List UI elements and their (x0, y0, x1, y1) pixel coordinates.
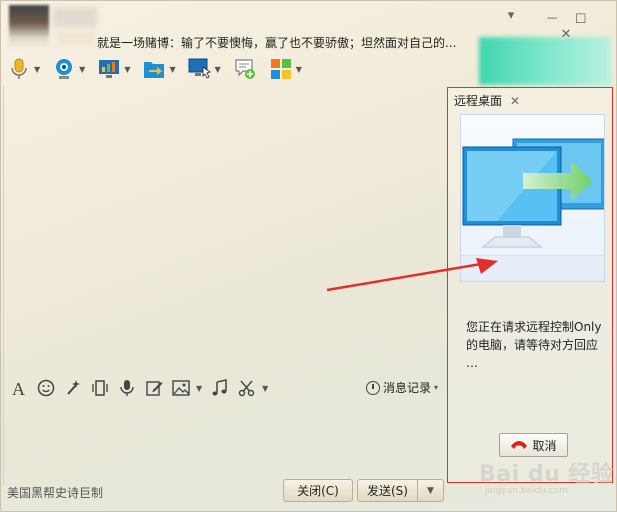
toolbar-video[interactable]: ▼ (52, 57, 85, 81)
annotation-arrow-icon (326, 258, 498, 292)
screen-share-icon (97, 57, 121, 81)
tab-remote-desktop[interactable]: 远程桌面 ✕ (454, 92, 520, 109)
message-add-icon (233, 57, 257, 81)
close-button[interactable]: 关闭(C) (283, 479, 353, 502)
footer-ad-text[interactable]: 美国黑帮史诗巨制 (7, 484, 103, 501)
edit-icon[interactable] (144, 378, 164, 398)
history-caret: ▾ (434, 383, 439, 392)
status-line-2: 的电脑，请等待对方回应 (466, 338, 599, 352)
toolbar-voice[interactable]: ▼ (7, 57, 40, 81)
history-label: 消息记录 (383, 381, 432, 395)
vibrate-icon[interactable] (90, 378, 110, 398)
hangup-icon (510, 438, 528, 453)
window-edge (1, 85, 4, 485)
remote-status-text: 您正在请求远程控制Only 的电脑，请等待对方回应 … (466, 318, 608, 372)
watermark: Bai du 经验 (479, 462, 614, 487)
image-caret[interactable]: ▼ (196, 384, 202, 393)
dropdown-icon[interactable]: ▾ (500, 8, 522, 26)
blurred-ad (479, 37, 611, 85)
toolbar-file-transfer[interactable]: ▼ (142, 57, 176, 81)
microphone-icon (7, 57, 31, 81)
file-transfer-icon (142, 57, 166, 81)
cancel-button[interactable]: 取消 (499, 433, 568, 457)
screenshot-icon[interactable] (237, 378, 257, 398)
emoji-icon[interactable] (36, 378, 56, 398)
window-controls[interactable]: － ☐ ✕ (534, 8, 604, 42)
remote-desktop-icon (188, 57, 212, 81)
status-line-3: … (466, 356, 478, 370)
toolbar-apps[interactable]: ▼ (269, 57, 302, 81)
cancel-label: 取消 (532, 438, 557, 453)
toolbar-message[interactable] (233, 57, 257, 81)
avatar[interactable] (9, 5, 49, 49)
image-icon[interactable] (171, 378, 191, 398)
svg-text:A: A (12, 379, 25, 397)
video-icon (52, 57, 76, 81)
contact-signature: 就是一场赌博：输了不要懊悔，赢了也不要骄傲；坦然面对自己的... (97, 36, 457, 50)
chat-window: 就是一场赌博：输了不要懊悔，赢了也不要骄傲；坦然面对自己的... ▾ － ☐ ✕… (0, 0, 617, 512)
close-icon[interactable]: ✕ (510, 94, 520, 108)
font-icon[interactable]: A (9, 378, 29, 398)
apps-icon (269, 57, 293, 81)
input-toolbar: A ▼ ▼ (9, 377, 268, 399)
toolbar-screen-share[interactable]: ▼ (97, 57, 130, 81)
chat-toolbar: ▼ ▼ ▼ ▼ ▼ ▼ (7, 56, 314, 82)
watermark-url: jingyan.baidu.com (485, 486, 569, 496)
status-line-1: 您正在请求远程控制Only (466, 320, 602, 334)
message-history-button[interactable]: 消息记录 ▾ (366, 379, 438, 396)
tab-label: 远程桌面 (454, 94, 503, 108)
blurred-status (57, 31, 95, 45)
voice-icon[interactable] (117, 378, 137, 398)
screenshot-caret[interactable]: ▼ (262, 384, 268, 393)
send-button[interactable]: 发送(S) (357, 479, 418, 502)
send-options-button[interactable]: ▼ (418, 479, 444, 502)
blurred-name (53, 7, 97, 27)
magic-icon[interactable] (63, 378, 83, 398)
music-icon[interactable] (210, 378, 230, 398)
toolbar-remote-desktop[interactable]: ▼ (188, 57, 221, 81)
clock-icon (366, 380, 380, 395)
